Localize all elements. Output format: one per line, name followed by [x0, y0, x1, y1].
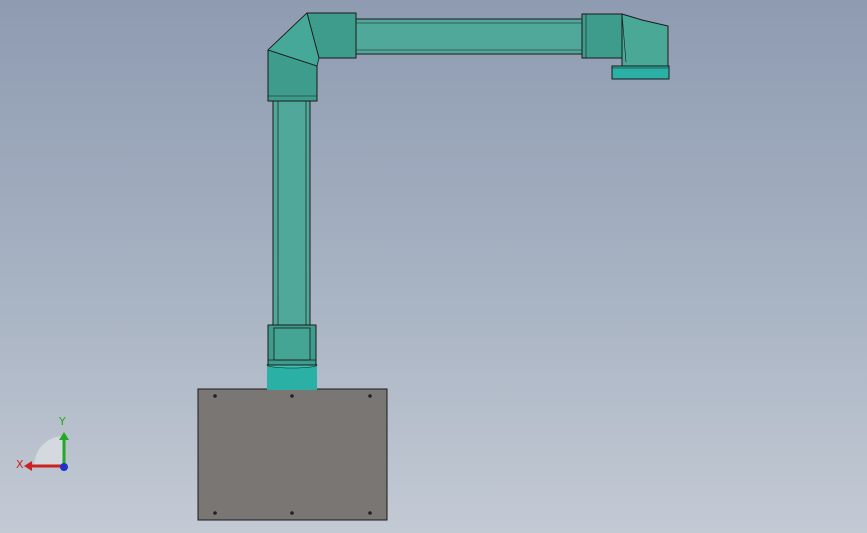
mounting-hole — [213, 511, 217, 515]
model-canvas[interactable] — [0, 0, 867, 533]
mounting-hole — [213, 394, 217, 398]
triad-xy-plane — [34, 436, 64, 466]
right-connector[interactable] — [581, 13, 623, 59]
base-collar[interactable] — [266, 361, 318, 390]
mounting-hole — [290, 394, 294, 398]
vertical-duct[interactable] — [272, 99, 311, 326]
3d-viewport[interactable]: Y X — [0, 0, 867, 533]
lower-connector[interactable] — [267, 324, 317, 366]
y-axis-label: Y — [58, 415, 66, 428]
base-plate[interactable] — [197, 388, 388, 521]
mounting-hole — [368, 511, 372, 515]
z-axis-dot — [60, 463, 68, 471]
mounting-hole — [290, 511, 294, 515]
x-axis-label: X — [16, 458, 24, 471]
mounting-hole — [368, 394, 372, 398]
orientation-triad[interactable]: Y X — [10, 410, 80, 480]
elbow-fitting[interactable] — [267, 12, 357, 102]
horizontal-duct[interactable] — [355, 18, 583, 55]
